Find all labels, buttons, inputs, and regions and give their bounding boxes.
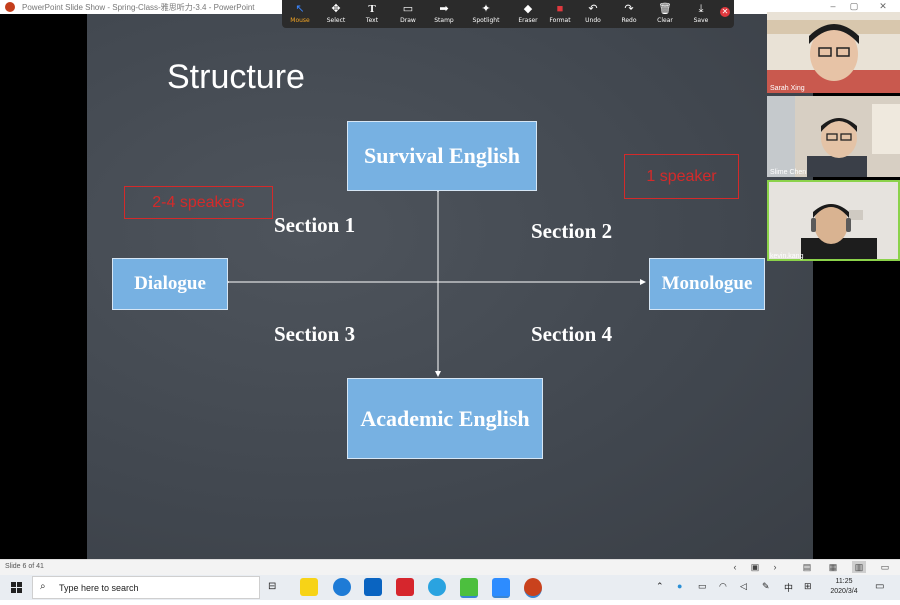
tool-text[interactable]: T Text: [354, 0, 390, 28]
participant-video-kevin: [767, 180, 900, 261]
tool-draw[interactable]: ▭ Draw: [390, 0, 426, 28]
search-icon: ⌕: [40, 581, 46, 592]
annotation-1-speaker: 1 speaker: [624, 154, 739, 199]
clock-date: 2020/3/4: [830, 588, 858, 595]
wifi-icon[interactable]: ◠: [719, 581, 727, 592]
cursor-icon: ↖: [295, 3, 305, 15]
notifications-icon[interactable]: ▭: [875, 581, 884, 592]
minimize-icon[interactable]: –: [826, 1, 840, 11]
previous-slide-icon[interactable]: ‹: [728, 561, 742, 573]
edge-browser-icon[interactable]: [333, 578, 351, 596]
volume-icon[interactable]: ◁: [740, 581, 747, 592]
wechat-icon[interactable]: [460, 578, 478, 598]
show-hidden-icons-icon[interactable]: ⌃: [656, 581, 664, 592]
participant-video-sarah: [767, 12, 900, 93]
tool-redo[interactable]: ↷ Redo: [611, 0, 647, 28]
tool-mouse[interactable]: ↖ Mouse: [282, 0, 318, 28]
label-section-2: Section 2: [531, 219, 613, 243]
youdao-dictionary-icon[interactable]: [396, 578, 414, 596]
window-title: PowerPoint Slide Show - Spring-Class-雅思听…: [22, 3, 255, 12]
stamp-icon: ➡: [439, 3, 449, 15]
next-slide-icon[interactable]: ›: [768, 561, 782, 573]
powerpoint-logo-icon: [5, 2, 15, 12]
status-bar: Slide 6 of 41 ‹ ▣ › ▤ ▦ ▥ ▭: [0, 559, 900, 575]
participant-name: kevin.kang: [770, 253, 804, 260]
pen-icon[interactable]: ✎: [762, 581, 770, 592]
draw-icon: ▭: [402, 3, 414, 15]
tool-clear[interactable]: 🗑 Clear: [647, 0, 683, 28]
toolbar-close-icon[interactable]: ✕: [720, 7, 730, 17]
outlook-icon[interactable]: [364, 578, 382, 596]
tool-format[interactable]: ■ Format: [542, 0, 578, 28]
spotlight-icon: ✦: [481, 3, 491, 15]
save-icon: ⤓: [698, 3, 704, 15]
format-icon: ■: [556, 3, 564, 15]
battery-icon[interactable]: ▭: [698, 581, 707, 592]
video-tile[interactable]: Slime Chen: [767, 96, 900, 177]
eraser-icon: ◆: [523, 3, 533, 15]
windows-taskbar: ⌕ Type here to search ⊟ ⌃ ● ▭ ◠ ◁ ✎ 中 ⊞ …: [0, 575, 900, 600]
redo-icon: ↷: [624, 3, 634, 15]
label-section-4: Section 4: [531, 322, 613, 346]
participant-name: Sarah Xing: [770, 85, 805, 92]
sticky-notes-icon[interactable]: [300, 578, 318, 596]
ime-indicator[interactable]: 中: [784, 581, 793, 594]
chrome-browser-icon[interactable]: [428, 578, 446, 596]
tool-undo[interactable]: ↶ Undo: [575, 0, 611, 28]
participant-name: Slime Chen: [770, 169, 807, 176]
maximize-icon[interactable]: ▢: [847, 1, 861, 12]
windows-logo-icon: [11, 582, 22, 593]
slide-sorter-icon[interactable]: ▦: [826, 561, 840, 573]
task-view-icon[interactable]: ⊟: [268, 581, 276, 592]
video-tile[interactable]: Sarah Xing: [767, 12, 900, 93]
undo-icon: ↶: [588, 3, 598, 15]
label-section-3: Section 3: [274, 322, 356, 346]
start-button[interactable]: [0, 575, 32, 600]
text-icon: T: [368, 3, 376, 15]
close-icon[interactable]: ✕: [876, 1, 890, 12]
box-dialogue: Dialogue: [112, 258, 228, 310]
tool-spotlight[interactable]: ✦ Spotlight: [468, 0, 504, 28]
tool-save[interactable]: ⤓ Save: [683, 0, 719, 28]
slide-indicator: Slide 6 of 41: [5, 563, 44, 570]
annotation-2-4-speakers: 2-4 speakers: [124, 186, 273, 219]
slide: Structure Survival English Academic Engl…: [87, 14, 813, 559]
tool-eraser[interactable]: ◆ Eraser: [510, 0, 546, 28]
powerpoint-taskbar-icon[interactable]: [524, 578, 542, 598]
reading-view-icon[interactable]: ▥: [852, 561, 866, 573]
box-academic-english: Academic English: [347, 378, 543, 459]
taskbar-search-box[interactable]: ⌕ Type here to search: [32, 576, 260, 599]
slide-menu-icon[interactable]: ▣: [748, 561, 762, 573]
box-monologue: Monologue: [649, 258, 765, 310]
tool-select[interactable]: ✥ Select: [318, 0, 354, 28]
tray-app-icon[interactable]: ●: [677, 581, 682, 591]
box-survival-english: Survival English: [347, 121, 537, 191]
normal-view-icon[interactable]: ▤: [800, 561, 814, 573]
annotation-toolbar: ↖ Mouse ✥ Select T Text ▭ Draw ➡ Stamp ✦…: [282, 0, 734, 28]
trash-icon: 🗑: [658, 3, 672, 15]
zoom-app-icon[interactable]: [492, 578, 510, 598]
input-mode-icon[interactable]: ⊞: [804, 581, 812, 592]
clock-time: 11:25: [835, 578, 853, 585]
label-section-1: Section 1: [274, 213, 356, 237]
participant-video-slime: [767, 96, 900, 177]
video-tile-active-speaker[interactable]: kevin.kang: [767, 180, 900, 261]
move-icon: ✥: [331, 3, 341, 15]
search-placeholder: Type here to search: [59, 583, 139, 593]
system-clock[interactable]: 11:25 2020/3/4: [826, 577, 862, 597]
slideshow-view-icon[interactable]: ▭: [878, 561, 892, 573]
tool-stamp[interactable]: ➡ Stamp: [426, 0, 462, 28]
